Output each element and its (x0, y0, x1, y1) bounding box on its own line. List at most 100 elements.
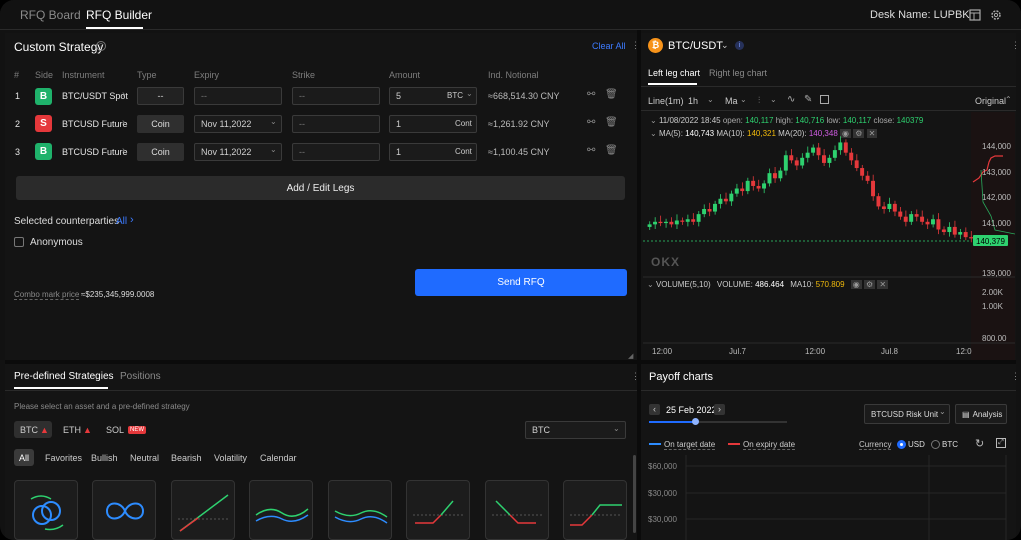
side-badge-buy[interactable]: B (35, 88, 52, 105)
scrollbar[interactable] (633, 455, 636, 533)
analysis-button[interactable]: ▤ Analysis (955, 404, 1007, 424)
prev-date-button[interactable]: ‹ (649, 404, 660, 415)
filter-favorites[interactable]: Favorites (45, 453, 82, 463)
tab-predefined-strategies[interactable]: Pre-defined Strategies (14, 371, 114, 382)
filter-all[interactable]: All (14, 449, 34, 466)
collapse-icon[interactable]: ⌄ (647, 280, 654, 289)
candle-type-icon[interactable]: ⫶ (758, 95, 760, 106)
refresh-icon[interactable]: ↻ (975, 437, 984, 450)
link-icon[interactable]: ⚯ (587, 89, 595, 100)
expiry-select[interactable]: Nov 11,2022 (194, 143, 282, 161)
currency-btc-radio[interactable] (931, 440, 940, 449)
column-divider[interactable] (637, 30, 641, 540)
tab-right-leg-chart[interactable]: Right leg chart (709, 68, 767, 78)
type-coin-button[interactable]: Coin (137, 143, 184, 161)
settings-icon[interactable]: ⚙ (864, 280, 876, 289)
filter-bullish[interactable]: Bullish (91, 453, 118, 463)
strategy-card-long-put[interactable] (406, 480, 470, 540)
chevron-down-icon[interactable]: ⌄ (721, 40, 729, 51)
instrument-label[interactable]: BTCUSD Future (62, 119, 128, 129)
chevron-down-icon[interactable]: ⌄ (707, 95, 714, 104)
amount-unit[interactable]: BTC (447, 91, 463, 100)
screenshot-icon[interactable] (820, 95, 829, 104)
anonymous-checkbox[interactable] (14, 237, 24, 247)
instrument-label[interactable]: BTCUSD Future (62, 147, 128, 157)
clear-all-link[interactable]: Clear All (592, 41, 626, 51)
layout-icon[interactable] (969, 9, 981, 21)
instrument-label[interactable]: BTC/USDT Spot (62, 91, 128, 101)
tab-left-leg-chart[interactable]: Left leg chart (648, 68, 700, 78)
app-window: RFQ Board RFQ Builder Desk Name: LUPBK C… (0, 0, 1021, 540)
chart-type-select[interactable]: Line(1m) (648, 96, 684, 106)
chevron-up-icon[interactable]: ⌃ (1005, 95, 1012, 104)
strategy-card-wave[interactable] (249, 480, 313, 540)
gear-icon[interactable] (990, 9, 1002, 21)
chevron-down-icon[interactable]: ⌄ (770, 95, 777, 104)
eye-icon[interactable]: ◉ (850, 280, 862, 289)
info-icon[interactable]: i (735, 41, 744, 50)
trash-icon[interactable]: 🗑 (605, 145, 618, 156)
expand-icon[interactable]: ⤢ (996, 438, 1006, 448)
chevron-down-icon[interactable]: ⌄ (740, 95, 747, 104)
date-slider-thumb[interactable] (692, 418, 699, 425)
strategy-card-long-call[interactable] (171, 480, 235, 540)
date-slider-fill (649, 421, 695, 423)
add-edit-legs-button[interactable]: Add / Edit Legs (16, 176, 625, 200)
help-icon[interactable]: ? (96, 41, 106, 51)
counterparties-all-link[interactable]: All (116, 216, 127, 227)
asset-btc-button[interactable]: BTC ▲ (14, 421, 52, 438)
payoff-chart[interactable]: $60,000 $30,000 $30,000 (641, 455, 1016, 540)
candle-body (854, 160, 859, 169)
expiry-select[interactable]: Nov 11,2022 (194, 115, 282, 133)
filter-neutral[interactable]: Neutral (130, 453, 159, 463)
asset-eth-button[interactable]: ETH ▲ (57, 421, 93, 438)
panel-menu-icon[interactable]: ⋮ (1011, 40, 1020, 51)
filter-volatility[interactable]: Volatility (214, 453, 247, 463)
chevron-down-icon[interactable]: ⌄ (939, 407, 946, 416)
risk-unit-select[interactable]: BTCUSD Risk Unit (864, 404, 950, 424)
link-icon[interactable]: ⚯ (587, 117, 595, 128)
amount-input[interactable]: 5 (389, 87, 477, 105)
trash-icon[interactable]: 🗑 (605, 89, 618, 100)
asset-sol-button[interactable]: SOL NEW (100, 421, 147, 438)
tab-rfq-board[interactable]: RFQ Board (20, 8, 81, 22)
send-rfq-button[interactable]: Send RFQ (415, 269, 627, 296)
chevron-down-icon[interactable]: ⌄ (613, 424, 620, 433)
resize-handle-icon[interactable]: ◢ (628, 352, 633, 360)
strategy-card-bull-spread[interactable] (563, 480, 627, 540)
close-icon[interactable]: ✕ (877, 280, 889, 289)
chevron-down-icon[interactable]: ⌄ (270, 145, 277, 154)
side-badge-sell[interactable]: S (35, 115, 52, 132)
side-badge-buy[interactable]: B (35, 143, 52, 160)
filter-bearish[interactable]: Bearish (171, 453, 202, 463)
next-date-button[interactable]: › (714, 404, 725, 415)
type-coin-button[interactable]: Coin (137, 115, 184, 133)
strategy-card-circles[interactable] (14, 480, 78, 540)
chevron-down-icon[interactable]: ⌄ (270, 117, 277, 126)
candle-body (653, 221, 657, 225)
filter-calendar[interactable]: Calendar (260, 453, 297, 463)
chevron-right-icon[interactable]: › (130, 214, 134, 226)
link-icon[interactable]: ⚯ (587, 145, 595, 156)
strategy-card-bear[interactable] (485, 480, 549, 540)
candlestick-chart[interactable]: OKX 144,000 143,000 142,000 141,000 140,… (643, 112, 1015, 360)
panel-menu-icon[interactable]: ⋮ (1011, 371, 1020, 382)
tab-rfq-builder[interactable]: RFQ Builder (86, 8, 152, 22)
strategy-card-wave-2[interactable] (328, 480, 392, 540)
currency-usd-radio[interactable] (897, 440, 906, 449)
tab-positions[interactable]: Positions (120, 371, 161, 382)
chevron-right-icon[interactable]: › (122, 89, 125, 100)
indicator-select[interactable]: Ma (725, 96, 738, 106)
chevron-down-icon[interactable]: ⌄ (466, 89, 473, 98)
pencil-icon[interactable]: ✎ (804, 94, 812, 105)
asset-select[interactable]: BTC (525, 421, 626, 439)
row-divider[interactable] (5, 360, 1016, 364)
chevron-right-icon[interactable]: › (122, 117, 125, 128)
chart-view-select[interactable]: Original (975, 96, 1006, 106)
trash-icon[interactable]: 🗑 (605, 117, 618, 128)
chart-pair-title[interactable]: BTC/USDT (668, 40, 723, 52)
chevron-right-icon[interactable]: › (122, 145, 125, 156)
strategy-card-infinity[interactable] (92, 480, 156, 540)
line-draw-icon[interactable]: ∿ (787, 94, 795, 105)
interval-select[interactable]: 1h (688, 96, 698, 106)
